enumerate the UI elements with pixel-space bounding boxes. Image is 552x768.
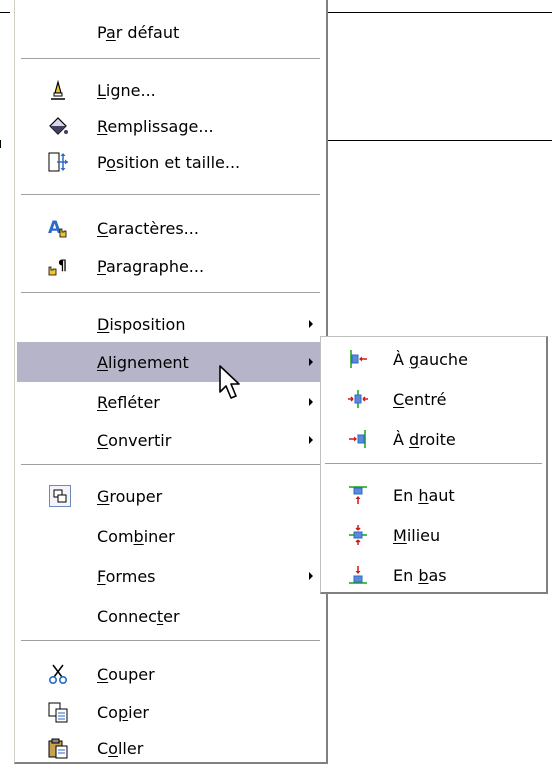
menu-item-label: Grouper <box>97 486 163 506</box>
submenu-item-label: À droite <box>393 429 456 449</box>
menu-item-characters[interactable]: A Caractères... <box>15 208 326 248</box>
menu-item-flip[interactable]: Refléter <box>15 382 326 422</box>
menu-item-label: Refléter <box>97 392 160 412</box>
document-rule-mid <box>320 140 552 141</box>
menu-item-label: Coller <box>97 738 144 758</box>
alignment-submenu: À gauche Centré À droite En haut Milieu … <box>320 336 548 594</box>
align-bottom-icon <box>347 564 369 586</box>
menu-item-label: Connecter <box>97 606 180 626</box>
paste-icon <box>47 737 69 759</box>
submenu-item-label: Milieu <box>393 525 441 545</box>
submenu-arrow-icon <box>309 436 313 444</box>
submenu-item-align-center[interactable]: Centré <box>321 379 546 419</box>
copy-icon <box>47 701 69 723</box>
position-size-icon <box>47 151 69 173</box>
menu-item-paste[interactable]: Coller <box>15 728 326 768</box>
document-rule-vertical <box>0 140 1 148</box>
menu-separator <box>21 640 320 644</box>
menu-item-label: Alignement <box>97 352 189 372</box>
menu-item-label: Formes <box>97 566 156 586</box>
submenu-item-align-left[interactable]: À gauche <box>321 339 546 379</box>
mouse-cursor-icon <box>218 364 246 402</box>
menu-separator <box>21 194 320 198</box>
menu-item-copy[interactable]: Copier <box>15 692 326 732</box>
character-icon: A <box>47 217 69 239</box>
paragraph-icon: ¶ <box>47 255 69 277</box>
menu-item-combine[interactable]: Combiner <box>15 516 326 556</box>
menu-item-position-size[interactable]: Position et taille... <box>15 142 326 182</box>
align-top-icon <box>347 484 369 506</box>
submenu-item-label: Centré <box>393 389 447 409</box>
menu-item-shapes[interactable]: Formes <box>15 556 326 596</box>
menu-item-label: Remplissage... <box>97 116 214 136</box>
submenu-arrow-icon <box>309 358 313 366</box>
menu-item-connect[interactable]: Connecter <box>15 596 326 636</box>
submenu-item-align-bottom[interactable]: En bas <box>321 555 546 595</box>
menu-item-label: Couper <box>97 664 155 684</box>
menu-item-label: Disposition <box>97 314 186 334</box>
context-menu: Par défaut Ligne... Remplissage... Posit… <box>14 0 328 764</box>
menu-item-label: Position et taille... <box>97 152 241 172</box>
scissors-icon <box>47 663 69 685</box>
menu-item-label: Convertir <box>97 430 172 450</box>
submenu-item-label: À gauche <box>393 349 468 369</box>
menu-separator <box>21 292 320 296</box>
document-rule-top <box>320 12 552 13</box>
menu-item-label: Par défaut <box>97 22 180 42</box>
menu-item-label: Caractères... <box>97 218 199 238</box>
menu-item-label: Combiner <box>97 526 175 546</box>
group-icon <box>49 485 71 507</box>
menu-item-cut[interactable]: Couper <box>15 654 326 694</box>
menu-separator <box>21 58 320 62</box>
submenu-arrow-icon <box>309 320 313 328</box>
menu-item-alignment[interactable]: Alignement <box>17 342 324 382</box>
submenu-item-align-top[interactable]: En haut <box>321 475 546 515</box>
document-rule-left <box>0 12 10 13</box>
submenu-arrow-icon <box>309 398 313 406</box>
menu-item-arrange[interactable]: Disposition <box>15 304 326 344</box>
svg-text:¶: ¶ <box>58 258 67 274</box>
line-pen-icon <box>47 79 69 101</box>
menu-item-convert[interactable]: Convertir <box>15 420 326 460</box>
submenu-item-align-right[interactable]: À droite <box>321 419 546 459</box>
submenu-separator <box>325 463 542 467</box>
menu-separator <box>21 464 320 468</box>
menu-item-fill[interactable]: Remplissage... <box>15 106 326 146</box>
menu-item-paragraph[interactable]: ¶ Paragraphe... <box>15 246 326 286</box>
submenu-item-label: En bas <box>393 565 447 585</box>
menu-item-line[interactable]: Ligne... <box>15 70 326 110</box>
align-middle-icon <box>347 524 369 546</box>
align-center-icon <box>347 388 369 410</box>
menu-item-label: Copier <box>97 702 149 722</box>
submenu-arrow-icon <box>309 572 313 580</box>
menu-item-label: Paragraphe... <box>97 256 205 276</box>
paint-bucket-icon <box>47 115 69 137</box>
submenu-item-align-middle[interactable]: Milieu <box>321 515 546 555</box>
menu-item-group[interactable]: Grouper <box>15 476 326 516</box>
submenu-item-label: En haut <box>393 485 455 505</box>
menu-item-label: Ligne... <box>97 80 156 100</box>
menu-item-default[interactable]: Par défaut <box>15 12 326 52</box>
align-left-icon <box>347 348 369 370</box>
align-right-icon <box>347 428 369 450</box>
